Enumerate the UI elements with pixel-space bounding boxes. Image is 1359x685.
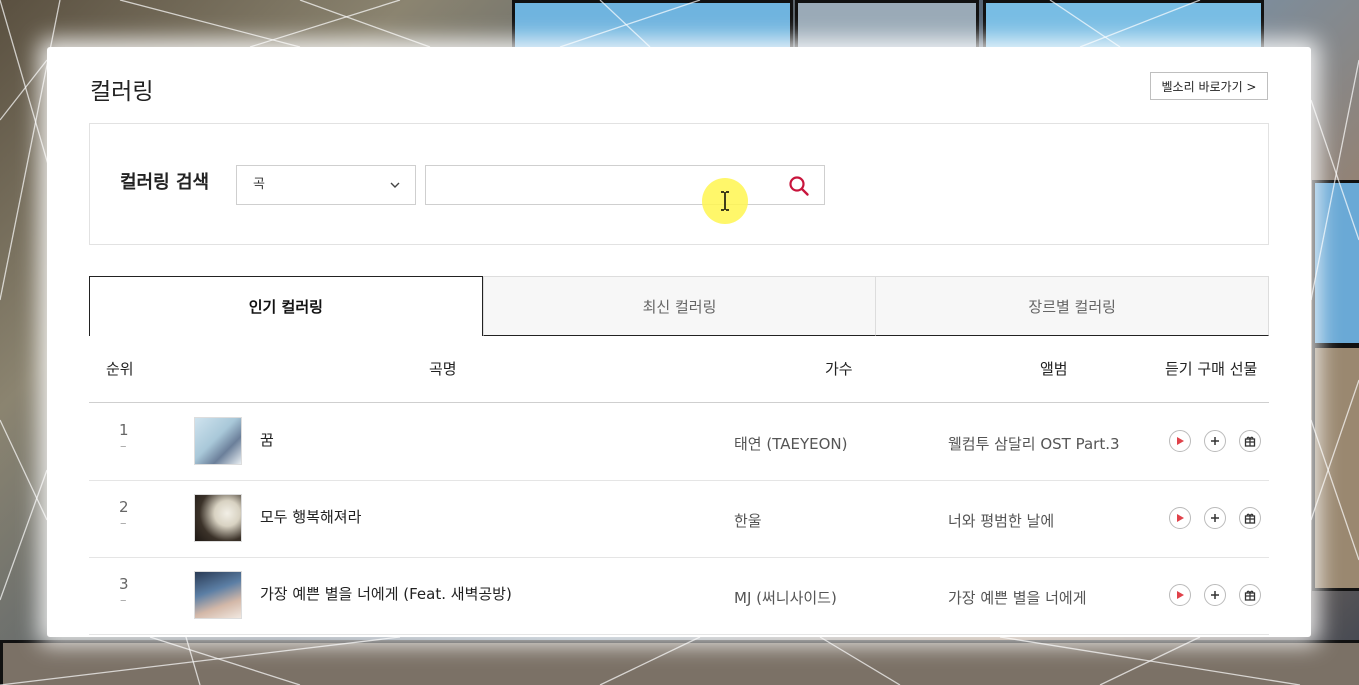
header-title: 곡명 (429, 360, 457, 378)
album-name[interactable]: 너와 평범한 날에 (948, 510, 1054, 531)
buy-button[interactable] (1204, 507, 1226, 529)
album-art[interactable] (194, 494, 242, 542)
artist-name[interactable]: 태연 (TAEYEON) (734, 433, 847, 454)
table-row: 3 – 가장 예쁜 별을 너에게 (Feat. 새벽공방) MJ (써니사이드)… (89, 557, 1269, 635)
bell-sound-link-button[interactable]: 벨소리 바로가기 > (1150, 72, 1268, 100)
chevron-down-icon (390, 182, 400, 188)
rank-number: 2 (119, 498, 129, 516)
rank-change: – (120, 593, 127, 608)
album-name[interactable]: 가장 예쁜 별을 너에게 (948, 587, 1087, 608)
song-title[interactable]: 모두 행복해져라 (260, 506, 361, 527)
play-button[interactable] (1169, 584, 1191, 606)
play-icon (1177, 514, 1184, 522)
search-label: 컬러링 검색 (120, 172, 210, 193)
table-row: 2 – 모두 행복해져라 한울 너와 평범한 날에 (89, 480, 1269, 558)
play-icon (1177, 591, 1184, 599)
rank-change: – (120, 516, 127, 531)
artist-name[interactable]: MJ (써니사이드) (734, 587, 837, 608)
play-button[interactable] (1169, 430, 1191, 452)
tab-genre[interactable]: 장르별 컬러링 (875, 276, 1270, 336)
song-title[interactable]: 꿈 (260, 429, 274, 450)
search-section: 컬러링 검색 곡 (89, 123, 1269, 245)
play-button[interactable] (1169, 507, 1191, 529)
album-art[interactable] (194, 417, 242, 465)
search-input-wrapper (425, 165, 825, 205)
chart-tabs: 인기 컬러링 최신 컬러링 장르별 컬러링 (89, 276, 1270, 336)
rank-number: 3 (119, 575, 129, 593)
header-artist: 가수 (825, 360, 853, 378)
search-type-select[interactable]: 곡 (236, 165, 416, 205)
song-title[interactable]: 가장 예쁜 별을 너에게 (Feat. 새벽공방) (260, 583, 512, 604)
page-title: 컬러링 (90, 79, 154, 105)
plus-icon (1211, 514, 1219, 522)
search-icon[interactable] (788, 175, 810, 197)
gift-icon (1244, 590, 1256, 601)
coloring-panel: 컬러링 벨소리 바로가기 > 컬러링 검색 곡 인기 컬러링 최신 컬러링 장르… (47, 47, 1311, 637)
header-album: 앨범 (1040, 360, 1068, 378)
plus-icon (1211, 437, 1219, 445)
buy-button[interactable] (1204, 584, 1226, 606)
header-rank: 순위 (106, 360, 134, 378)
table-header: 순위 곡명 가수 앨범 듣기 구매 선물 (89, 336, 1269, 403)
rank-change: – (120, 439, 127, 454)
text-cursor-icon (721, 191, 729, 211)
header-actions: 듣기 구매 선물 (1165, 360, 1258, 378)
plus-icon (1211, 591, 1219, 599)
gift-icon (1244, 513, 1256, 524)
album-art[interactable] (194, 571, 242, 619)
gift-icon (1244, 436, 1256, 447)
search-type-value: 곡 (253, 177, 265, 192)
table-row: 1 – 꿈 태연 (TAEYEON) 웰컴투 삼달리 OST Part.3 (89, 403, 1269, 481)
play-icon (1177, 437, 1184, 445)
rank-number: 1 (119, 421, 129, 439)
tab-latest[interactable]: 최신 컬러링 (482, 276, 876, 336)
gift-button[interactable] (1239, 430, 1261, 452)
tab-popular[interactable]: 인기 컬러링 (89, 276, 483, 336)
buy-button[interactable] (1204, 430, 1226, 452)
gift-button[interactable] (1239, 584, 1261, 606)
artist-name[interactable]: 한울 (734, 510, 762, 531)
album-name[interactable]: 웰컴투 삼달리 OST Part.3 (948, 433, 1120, 454)
gift-button[interactable] (1239, 507, 1261, 529)
